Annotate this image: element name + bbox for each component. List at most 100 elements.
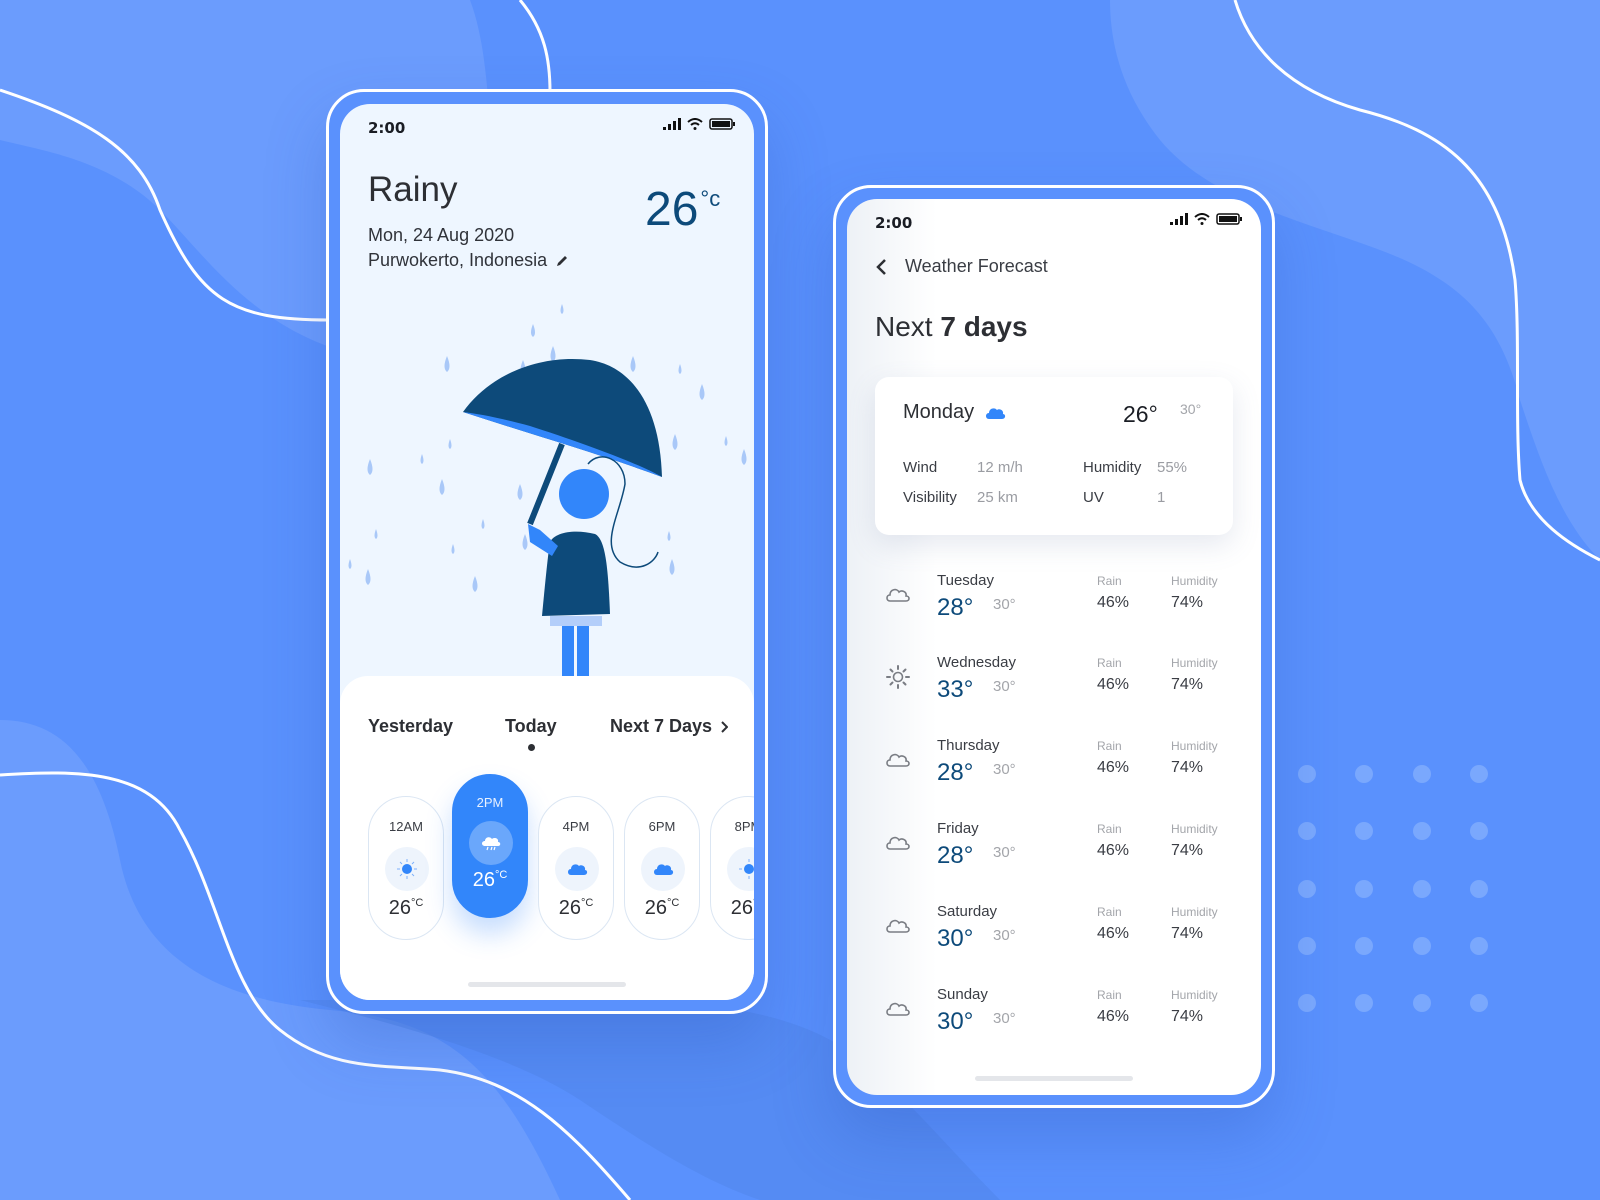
- humidity-value: 74%: [1171, 842, 1204, 859]
- cloud-outline-icon: [886, 1002, 910, 1016]
- day-row[interactable]: Tuesday 28° 30° Rain 46% Humidity 74%: [847, 572, 1261, 652]
- signal-icon: [663, 118, 681, 130]
- day-name: Thursday: [937, 737, 1000, 754]
- wifi-icon: [1194, 213, 1210, 225]
- cloud-icon: [986, 407, 1006, 419]
- hour-item[interactable]: 8PM 26°C: [710, 796, 754, 940]
- detail-label-wind: Wind: [903, 459, 938, 476]
- active-tab-indicator: [528, 744, 535, 751]
- humidity-value: 74%: [1171, 759, 1204, 776]
- day-high: 30°: [993, 761, 1016, 778]
- sun-icon: [739, 859, 754, 879]
- background-decoration: [0, 0, 1600, 1200]
- today-high: 30°: [1180, 401, 1202, 417]
- detail-label-uv: UV: [1083, 489, 1104, 506]
- temperature-value: 26: [645, 183, 699, 236]
- sun-outline-icon: [886, 665, 910, 689]
- section-title: Next 7 days: [875, 311, 1028, 343]
- status-icons: [1170, 213, 1243, 225]
- day-name: Friday: [937, 820, 979, 837]
- chevron-right-icon: [721, 720, 729, 733]
- rain-label: Rain: [1097, 574, 1122, 588]
- day-high: 30°: [993, 927, 1016, 944]
- signal-icon: [1170, 213, 1188, 225]
- bg-line-top-center: [518, 0, 552, 93]
- current-date: Mon, 24 Aug 2020: [368, 225, 515, 245]
- today-day: Monday: [903, 401, 975, 423]
- day-temp: 33°: [937, 676, 974, 703]
- day-name: Saturday: [937, 903, 998, 920]
- tab-today[interactable]: Today: [505, 716, 557, 737]
- day-name: Tuesday: [937, 572, 994, 589]
- rain-label: Rain: [1097, 656, 1122, 670]
- cloud-outline-icon: [886, 919, 910, 933]
- leg-right: [577, 626, 589, 676]
- humidity-value: 74%: [1171, 925, 1204, 942]
- hour-item-active[interactable]: 2PM 26°C: [452, 774, 528, 918]
- temperature-unit: °c: [700, 186, 721, 211]
- humidity-value: 74%: [1171, 1008, 1204, 1025]
- day-temp: 28°: [937, 842, 974, 869]
- hour-time: 12AM: [389, 819, 423, 834]
- humidity-label: Humidity: [1171, 822, 1218, 836]
- leg-left: [562, 626, 574, 676]
- hour-temp: 26°C: [472, 869, 508, 891]
- day-high: 30°: [993, 844, 1016, 861]
- day-row[interactable]: Wednesday 33° 30° Rain 46% Humidity 74%: [847, 654, 1261, 734]
- hour-item[interactable]: 4PM 26°C: [538, 796, 614, 940]
- detail-label-humidity: Humidity: [1083, 459, 1142, 476]
- tab-next-7-days[interactable]: Next 7 Days: [610, 716, 729, 737]
- section-title-bold: 7 days: [940, 311, 1028, 342]
- rain-value: 46%: [1097, 1008, 1130, 1025]
- location-row[interactable]: Purwokerto, Indonesia: [368, 250, 569, 271]
- rain-label: Rain: [1097, 822, 1122, 836]
- rain-label: Rain: [1097, 988, 1122, 1002]
- day-name: Sunday: [937, 986, 988, 1003]
- humidity-label: Humidity: [1171, 656, 1218, 670]
- day-row[interactable]: Friday 28° 30° Rain 46% Humidity 74%: [847, 820, 1261, 900]
- tab-yesterday[interactable]: Yesterday: [368, 716, 453, 737]
- cloud-icon: [568, 864, 588, 875]
- left-phone-screen: 2:00 Rainy Mon, 24 Aug 2020 Purwokerto, …: [340, 104, 754, 1000]
- hour-time: 6PM: [648, 819, 676, 834]
- back-chevron-icon[interactable]: [875, 258, 887, 276]
- day-name: Wednesday: [937, 654, 1016, 671]
- detail-value-humidity: 55%: [1157, 459, 1188, 476]
- hour-time: 2PM: [476, 795, 504, 810]
- day-temp: 30°: [937, 925, 974, 952]
- hourly-card: Yesterday Today Next 7 Days 12AM 26°C 2P…: [340, 676, 754, 1000]
- umbrella-handle: [527, 442, 565, 526]
- header-title: Weather Forecast: [905, 256, 1048, 276]
- right-phone-screen: 2:00 Weather Forecast Next 7 days Monday…: [847, 199, 1261, 1095]
- rain-cloud-icon: [482, 837, 501, 851]
- day-row[interactable]: Saturday 30° 30° Rain 46% Humidity 74%: [847, 903, 1261, 983]
- hour-time: 4PM: [562, 819, 590, 834]
- today-forecast-card[interactable]: Monday 26° 30° Wind 12 m/h Humidity 55% …: [875, 377, 1233, 535]
- status-icons: [663, 118, 736, 130]
- location-text: Purwokerto, Indonesia: [368, 250, 548, 270]
- hour-time: 8PM: [734, 819, 754, 834]
- day-row[interactable]: Sunday 30° 30° Rain 46% Humidity 74%: [847, 986, 1261, 1066]
- edit-pencil-icon[interactable]: [555, 254, 569, 268]
- status-time: 2:00: [875, 214, 913, 232]
- day-row[interactable]: Thursday 28° 30° Rain 46% Humidity 74%: [847, 737, 1261, 817]
- hour-temp: 26°C: [558, 897, 594, 919]
- hour-item[interactable]: 12AM 26°C: [368, 796, 444, 940]
- battery-icon: [709, 118, 735, 130]
- humidity-label: Humidity: [1171, 739, 1218, 753]
- wifi-icon: [687, 118, 703, 130]
- home-indicator: [975, 1076, 1133, 1081]
- hour-item[interactable]: 6PM 26°C: [624, 796, 700, 940]
- detail-value-uv: 1: [1157, 489, 1166, 506]
- cloud-outline-icon: [886, 753, 910, 767]
- battery-icon: [1216, 213, 1242, 225]
- day-high: 30°: [993, 678, 1016, 695]
- status-time: 2:00: [368, 119, 406, 137]
- weather-condition: Rainy: [368, 170, 458, 209]
- rain-value: 46%: [1097, 676, 1130, 693]
- humidity-value: 74%: [1171, 676, 1204, 693]
- humidity-value: 74%: [1171, 594, 1204, 611]
- hour-temp: 26°C: [388, 897, 424, 919]
- detail-label-visibility: Visibility: [903, 489, 957, 506]
- rain-umbrella-illustration: [348, 304, 747, 676]
